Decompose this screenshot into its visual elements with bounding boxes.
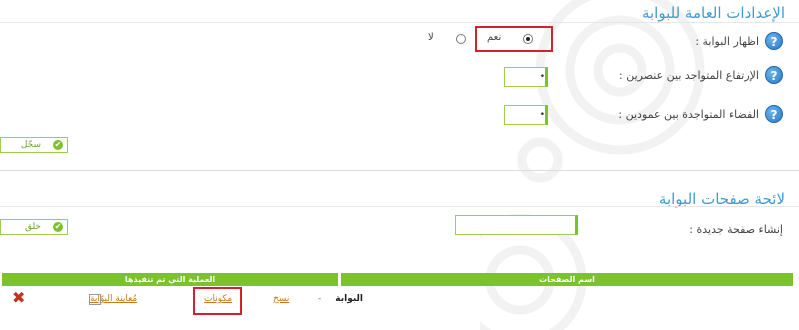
save-button[interactable]: ✔ سجّل xyxy=(0,137,68,153)
save-button-label: سجّل xyxy=(20,140,41,150)
dash-separator: - xyxy=(318,294,322,304)
create-page-label: إنشاء صفحة جديدة : xyxy=(689,223,783,236)
table-header-page-name: اسم الصفحات xyxy=(341,273,793,286)
check-icon: ✔ xyxy=(53,140,63,150)
page-name-cell: البوابة xyxy=(335,294,363,304)
space-between-columns-input[interactable]: • xyxy=(504,105,548,125)
create-button-label: خلق xyxy=(24,222,41,232)
section-divider xyxy=(0,22,799,23)
yes-label: نعم xyxy=(487,32,502,43)
copy-link[interactable]: نسخ xyxy=(273,294,289,304)
height-between-elements-label: الإرتفاع المتواجد بين عنصرين : xyxy=(619,69,759,82)
section-divider xyxy=(0,170,799,171)
components-link[interactable]: مكونات xyxy=(204,294,232,304)
general-settings-title: الإعدادات العامة للبوابة xyxy=(641,4,785,22)
show-portal-yes-radio[interactable] xyxy=(523,34,533,44)
help-icon[interactable]: ? xyxy=(765,32,783,50)
external-window-icon xyxy=(89,294,101,305)
show-portal-label: اظهار البوابة : xyxy=(695,35,759,48)
delete-icon[interactable]: ✖ xyxy=(12,288,25,307)
help-icon[interactable]: ? xyxy=(765,105,783,123)
show-portal-no-radio[interactable] xyxy=(456,34,466,44)
check-icon: ✔ xyxy=(53,222,63,232)
no-label: لا xyxy=(428,32,434,43)
space-between-columns-label: الفضاء المتواجدة بين عمودين : xyxy=(618,108,759,121)
section-divider xyxy=(0,206,799,207)
table-header-operation: العملية التي تم تنفيذها xyxy=(2,273,338,286)
create-button[interactable]: ✔ خلق xyxy=(0,219,68,235)
help-icon[interactable]: ? xyxy=(765,66,783,84)
height-between-elements-input[interactable]: • xyxy=(504,67,548,87)
new-page-name-input[interactable] xyxy=(455,215,578,235)
